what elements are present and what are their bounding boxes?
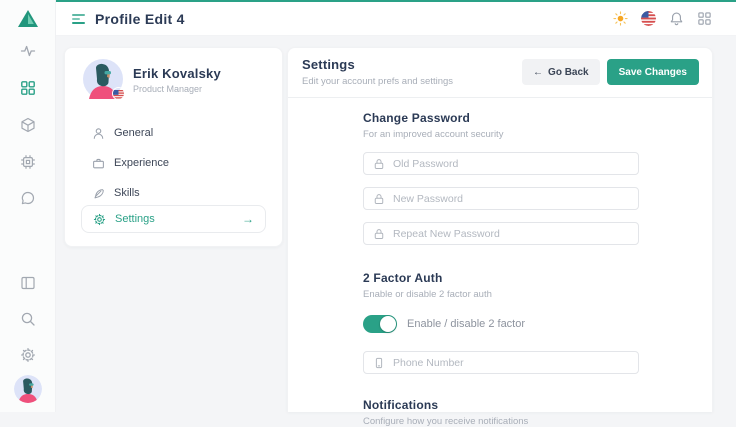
layout-icon[interactable] [20, 275, 36, 291]
nav-label: General [114, 127, 153, 139]
hamburger-icon[interactable] [72, 14, 85, 24]
section-title: Change Password [363, 111, 639, 125]
lock-icon [373, 228, 385, 240]
old-password-input[interactable] [393, 158, 629, 170]
section-title: 2 Factor Auth [363, 271, 639, 285]
nav-item-settings[interactable]: Settings → [81, 205, 266, 233]
profile-nav: General Experience Skills [65, 118, 282, 208]
panel-title: Settings [302, 57, 453, 72]
nav-item-experience[interactable]: Experience [65, 148, 282, 178]
phone-number-input[interactable] [393, 357, 629, 369]
section-subtitle: Configure how you receive notifications [363, 416, 639, 427]
feather-icon [92, 187, 105, 200]
go-back-button[interactable]: ←Go Back [522, 59, 600, 85]
nav-item-general[interactable]: General [65, 118, 282, 148]
bell-icon[interactable] [669, 11, 684, 26]
nav-item-skills[interactable]: Skills [65, 178, 282, 208]
user-summary: Erik Kovalsky Product Manager [65, 48, 282, 99]
header-actions [613, 11, 712, 26]
section-title: Notifications [363, 398, 639, 412]
section-subtitle: For an improved account security [363, 129, 639, 140]
section-subtitle: Enable or disable 2 factor auth [363, 289, 639, 300]
cpu-icon[interactable] [20, 154, 36, 170]
gear-icon[interactable] [20, 347, 36, 363]
briefcase-icon [92, 157, 105, 170]
nav-label: Experience [114, 157, 169, 169]
old-password-field[interactable] [363, 152, 639, 175]
arrow-left-icon: ← [533, 67, 543, 78]
sidebar-user-avatar[interactable] [14, 375, 42, 403]
lock-icon [373, 158, 385, 170]
gear-icon [93, 213, 106, 226]
avatar-flag-badge [112, 87, 125, 100]
phone-number-field[interactable] [363, 351, 639, 374]
search-icon[interactable] [20, 311, 36, 327]
arrow-right-icon: → [242, 212, 254, 226]
chat-icon[interactable] [20, 190, 36, 206]
dashboard-grid-icon[interactable] [20, 80, 36, 96]
us-flag-icon[interactable] [641, 11, 656, 26]
new-password-input[interactable] [393, 193, 629, 205]
top-header: Profile Edit 4 [56, 2, 736, 36]
profile-card: Erik Kovalsky Product Manager General Ex… [64, 47, 283, 247]
user-avatar [83, 59, 123, 99]
toggle-knob [380, 316, 396, 332]
new-password-field[interactable] [363, 187, 639, 210]
two-factor-section: 2 Factor Auth Enable or disable 2 factor… [363, 271, 639, 374]
phone-icon [373, 357, 385, 369]
notifications-section: Notifications Configure how you receive … [363, 398, 639, 427]
change-password-section: Change Password For an improved account … [363, 111, 639, 245]
person-icon [92, 127, 105, 140]
activity-icon[interactable] [20, 43, 36, 59]
app-logo[interactable] [17, 9, 39, 28]
nav-label: Skills [114, 187, 140, 199]
app-sidebar [0, 0, 56, 412]
toggle-label: Enable / disable 2 factor [407, 318, 525, 330]
settings-panel: Settings Edit your account prefs and set… [287, 47, 713, 412]
user-role: Product Manager [133, 84, 221, 94]
box-icon[interactable] [20, 117, 36, 133]
user-name: Erik Kovalsky [133, 66, 221, 81]
settings-panel-header: Settings Edit your account prefs and set… [288, 48, 712, 97]
panel-subtitle: Edit your account prefs and settings [302, 76, 453, 87]
nav-label: Settings [115, 213, 155, 225]
lock-icon [373, 193, 385, 205]
repeat-password-input[interactable] [393, 228, 629, 240]
page-title: Profile Edit 4 [95, 11, 185, 27]
apps-grid-icon[interactable] [697, 11, 712, 26]
top-accent-bar [56, 0, 736, 2]
save-changes-button[interactable]: Save Changes [607, 59, 699, 85]
two-factor-toggle[interactable] [363, 315, 397, 333]
sun-icon[interactable] [613, 11, 628, 26]
settings-content: Change Password For an improved account … [363, 98, 639, 427]
repeat-password-field[interactable] [363, 222, 639, 245]
